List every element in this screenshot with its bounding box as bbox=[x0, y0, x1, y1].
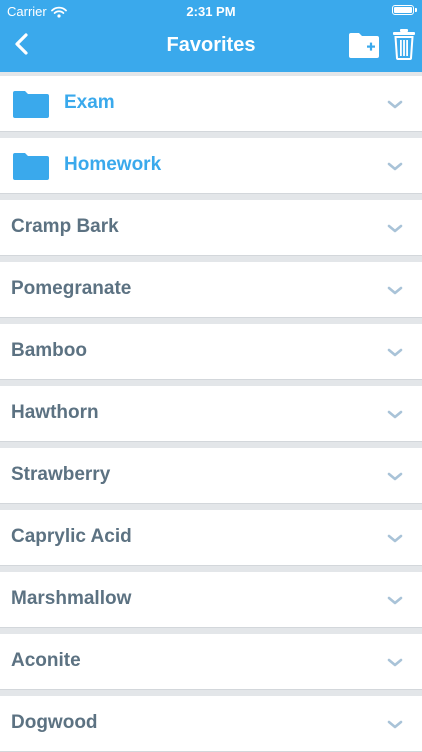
list-item-label: Pomegranate bbox=[11, 278, 132, 299]
list-item-label: Cramp Bark bbox=[11, 216, 119, 237]
battery-icon bbox=[392, 5, 417, 15]
list-item[interactable]: Caprylic Acid bbox=[0, 510, 422, 566]
folder-label: Homework bbox=[64, 154, 162, 175]
list-item[interactable]: Marshmallow bbox=[0, 572, 422, 628]
chevron-down-icon[interactable] bbox=[387, 224, 403, 234]
back-button[interactable] bbox=[8, 30, 38, 60]
chevron-down-icon[interactable] bbox=[387, 286, 403, 296]
list-item-label: Marshmallow bbox=[11, 588, 132, 609]
list-item[interactable]: Strawberry bbox=[0, 448, 422, 504]
chevron-down-icon[interactable] bbox=[387, 720, 403, 730]
list-item-label: Aconite bbox=[11, 650, 81, 671]
list-item[interactable]: Aconite bbox=[0, 634, 422, 690]
chevron-down-icon[interactable] bbox=[387, 658, 403, 668]
chevron-down-icon[interactable] bbox=[387, 534, 403, 544]
chevron-left-icon bbox=[15, 33, 28, 55]
status-bar: Carrier 2:31 PM bbox=[0, 0, 422, 22]
list-item-label: Caprylic Acid bbox=[11, 526, 132, 547]
battery-nub bbox=[415, 8, 417, 12]
status-time: 2:31 PM bbox=[186, 4, 236, 19]
folder-row-homework[interactable]: Homework bbox=[0, 138, 422, 194]
chevron-down-icon[interactable] bbox=[387, 348, 403, 358]
list-item-label: Bamboo bbox=[11, 340, 87, 361]
list-item[interactable]: Dogwood bbox=[0, 696, 422, 752]
list-item-label: Hawthorn bbox=[11, 402, 99, 423]
list-item[interactable]: Bamboo bbox=[0, 324, 422, 380]
battery-level bbox=[394, 7, 412, 13]
navigation-bar: Favorites bbox=[0, 22, 422, 72]
delete-button[interactable] bbox=[392, 28, 416, 60]
list-item[interactable]: Pomegranate bbox=[0, 262, 422, 318]
folder-icon bbox=[13, 153, 49, 180]
chevron-down-icon[interactable] bbox=[387, 162, 403, 172]
chevron-down-icon[interactable] bbox=[387, 100, 403, 110]
top-bar: Carrier 2:31 PM Favorites bbox=[0, 0, 422, 72]
list-item[interactable]: Hawthorn bbox=[0, 386, 422, 442]
chevron-down-icon[interactable] bbox=[387, 596, 403, 606]
folder-row-exam[interactable]: Exam bbox=[0, 76, 422, 132]
page-title: Favorites bbox=[166, 34, 256, 56]
folder-plus-icon bbox=[349, 33, 379, 58]
list-item[interactable]: Cramp Bark bbox=[0, 200, 422, 256]
list-item-label: Dogwood bbox=[11, 712, 98, 733]
favorites-list: Exam Homework Cramp Bark Pomegranate Bam… bbox=[0, 72, 422, 752]
list-item-label: Strawberry bbox=[11, 464, 111, 485]
chevron-down-icon[interactable] bbox=[387, 410, 403, 420]
chevron-down-icon[interactable] bbox=[387, 472, 403, 482]
trash-icon bbox=[393, 29, 415, 60]
add-folder-button[interactable] bbox=[348, 31, 380, 59]
folder-icon bbox=[13, 91, 49, 118]
folder-label: Exam bbox=[64, 92, 115, 113]
